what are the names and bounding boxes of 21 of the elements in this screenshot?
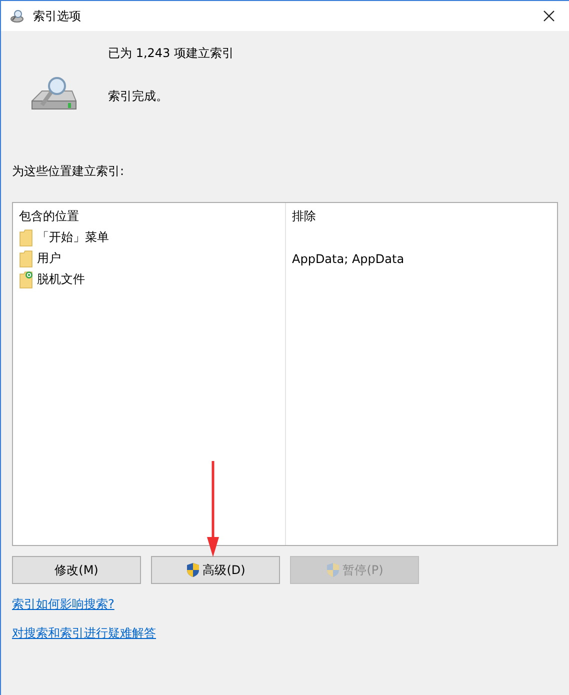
location-item[interactable]: 用户 (19, 248, 279, 269)
offline-folder-icon (19, 270, 33, 288)
folder-icon (19, 250, 33, 268)
column-header[interactable]: 排除 (292, 207, 404, 227)
exclusion-text: AppData; AppData (292, 252, 404, 266)
dialog-button[interactable]: 高级(D) (151, 556, 280, 584)
location-item[interactable]: 「开始」菜单 (19, 227, 279, 248)
shield-icon (186, 562, 200, 578)
close-icon[interactable] (543, 10, 555, 22)
shield-icon (326, 562, 340, 578)
indexed-count-text: 已为 1,243 项建立索引 (108, 45, 234, 62)
indexing-status-text: 索引完成。 (108, 88, 169, 105)
window-title: 索引选项 (33, 8, 81, 24)
dialog-button[interactable]: 修改(M) (12, 556, 141, 584)
help-link[interactable]: 索引如何影响搜索? (12, 596, 114, 613)
folder-icon (19, 228, 33, 246)
locations-label: 为这些位置建立索引: (12, 163, 126, 180)
help-link[interactable]: 对搜索和索引进行疑难解答 (12, 625, 156, 642)
location-item[interactable]: 脱机文件 (19, 269, 279, 290)
column-header[interactable]: 包含的位置 (19, 207, 279, 227)
indexing-icon (9, 8, 25, 24)
